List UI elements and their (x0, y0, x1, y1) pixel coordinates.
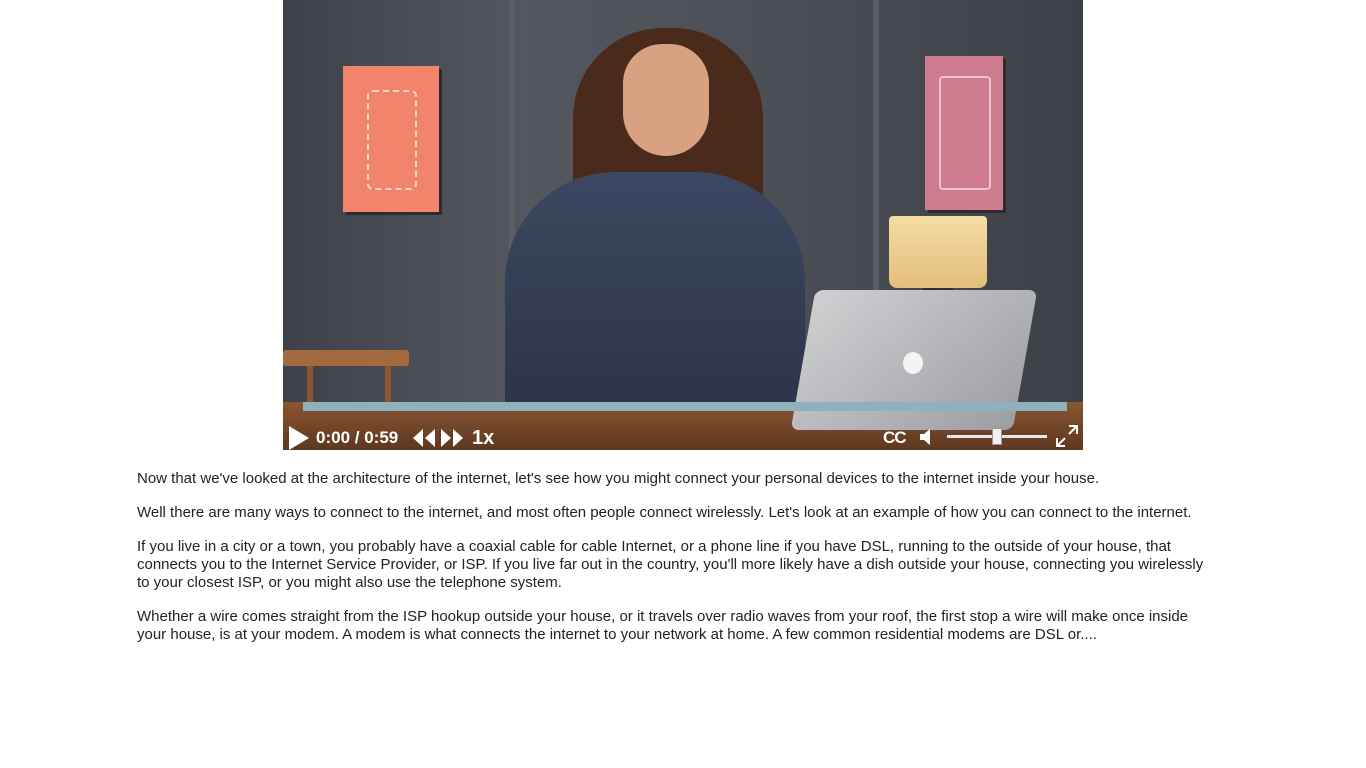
rewind-icon[interactable] (411, 427, 437, 449)
closed-captions-button[interactable]: CC (883, 428, 907, 448)
volume-icon[interactable] (919, 428, 937, 446)
fullscreen-icon[interactable] (1055, 424, 1079, 448)
laptop-logo (903, 352, 923, 374)
orange-poster (343, 66, 439, 212)
play-icon[interactable] (289, 426, 309, 450)
transcript-paragraph: Well there are many ways to connect to t… (137, 504, 1192, 521)
presenter-shirt (505, 172, 805, 412)
side-table (283, 350, 409, 406)
pink-poster (925, 56, 1003, 210)
video-player[interactable]: 0:00 / 0:59 1x CC (283, 0, 1083, 450)
transcript: Now that we've looked at the architectur… (137, 470, 1217, 660)
transcript-paragraph: If you live in a city or a town, you pro… (137, 538, 1204, 591)
presenter-face (623, 44, 709, 156)
volume-slider-handle[interactable] (992, 428, 1002, 445)
time-separator: / (350, 428, 365, 447)
playback-speed-button[interactable]: 1x (472, 427, 494, 449)
transcript-paragraph: Whether a wire comes straight from the I… (137, 608, 1189, 643)
transcript-paragraph: Now that we've looked at the architectur… (137, 470, 1100, 487)
duration: 0:59 (364, 428, 399, 447)
volume-slider[interactable] (947, 428, 1047, 445)
time-display: 0:00 / 0:59 (316, 428, 398, 448)
lamp-shade (889, 216, 987, 288)
video-frame[interactable] (283, 0, 1083, 450)
player-controls: 0:00 / 0:59 1x CC (283, 422, 1083, 450)
progress-bar[interactable] (303, 402, 1067, 411)
current-time: 0:00 (316, 428, 351, 447)
fast-forward-icon[interactable] (439, 427, 465, 449)
